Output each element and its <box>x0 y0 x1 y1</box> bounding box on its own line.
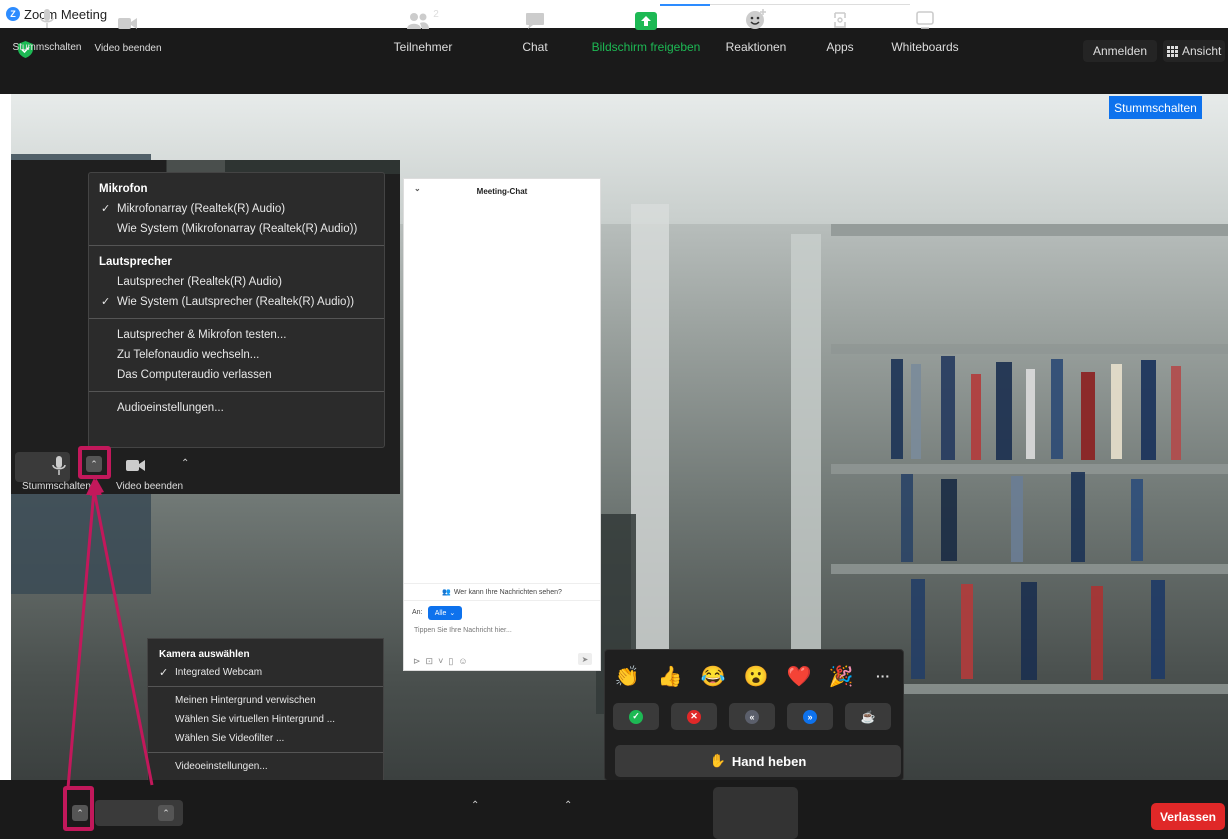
audio-menu: Mikrofon ✓ Mikrofonarray (Realtek(R) Aud… <box>88 172 385 448</box>
emoji-icon[interactable]: ☺ <box>458 656 467 667</box>
speaker-option-system[interactable]: ✓ Wie System (Lautsprecher (Realtek(R) A… <box>89 292 384 312</box>
virtual-background-option[interactable]: Wählen Sie virtuellen Hintergrund ... <box>148 710 383 729</box>
x-icon: ✕ <box>687 709 701 724</box>
rewind-icon: « <box>745 709 759 724</box>
people-icon: 👥 <box>442 589 451 596</box>
highlight-frame-audio <box>78 446 111 479</box>
smiley-plus-icon <box>746 9 766 29</box>
party-emoji[interactable]: 🎉 <box>825 662 857 690</box>
menu-divider <box>89 391 384 392</box>
mute-participant-button[interactable]: Stummschalten <box>1109 96 1202 119</box>
leave-button[interactable]: Verlassen <box>1151 803 1225 830</box>
reactions-button[interactable]: Reaktionen <box>718 0 794 59</box>
format-icon[interactable]: ⊳ <box>413 656 421 667</box>
screenshot-icon[interactable]: ⊡ <box>426 656 434 667</box>
test-audio-option[interactable]: Lautsprecher & Mikrofon testen... <box>89 325 384 345</box>
participants-button[interactable]: 2 Teilnehmer <box>385 0 461 59</box>
stop-video-button[interactable]: Video beenden <box>94 0 162 59</box>
checkmark-icon: ✓ <box>101 203 111 215</box>
fast-forward-icon: » <box>803 709 817 724</box>
reactions-button-bg <box>713 787 798 839</box>
who-can-see-link[interactable]: 👥 Wer kann Ihre Nachrichten sehen? <box>404 583 600 601</box>
reactions-panel: 👏 👍 😂 😮 ❤️ 🎉 ··· ✓ ✕ « » ☕ ✋ Hand heben <box>604 649 904 781</box>
participants-caret[interactable]: ⌃ <box>471 800 479 811</box>
chat-caret[interactable]: ⌃ <box>564 800 572 811</box>
chevron-down-icon[interactable]: ˅ <box>438 656 443 667</box>
mic-option-system[interactable]: Wie System (Mikrofonarray (Realtek(R) Au… <box>89 219 384 239</box>
participants-icon <box>407 13 430 29</box>
file-icon[interactable]: ▯ <box>448 656 453 667</box>
chat-button[interactable]: Chat <box>515 0 555 59</box>
camera-icon[interactable] <box>126 459 146 472</box>
hand-icon: ✋ <box>709 753 726 768</box>
video-options-caret[interactable]: ⌃ <box>158 805 174 821</box>
checkmark-icon: ✓ <box>101 296 111 308</box>
microphone-icon <box>52 456 66 475</box>
heart-emoji[interactable]: ❤️ <box>783 662 815 690</box>
thumbs-up-emoji[interactable]: 👍 <box>654 662 686 690</box>
check-icon: ✓ <box>629 709 643 724</box>
chat-tools: ⊳ ⊡ ˅ ▯ ☺ <box>413 656 468 667</box>
slower-button[interactable]: « <box>729 703 775 730</box>
video-filter-option[interactable]: Wählen Sie Videofilter ... <box>148 729 383 748</box>
raise-hand-button[interactable]: ✋ Hand heben <box>615 745 901 777</box>
coffee-icon: ☕ <box>860 709 876 724</box>
checkmark-icon: ✓ <box>159 667 169 679</box>
coffee-button[interactable]: ☕ <box>845 703 891 730</box>
to-label: An: <box>412 609 423 616</box>
meeting-toolbar <box>0 780 1228 839</box>
chat-input[interactable]: Tippen Sie Ihre Nachricht hier... <box>414 627 512 634</box>
signin-button[interactable]: Anmelden <box>1083 40 1157 62</box>
speaker-option-realtek[interactable]: Lautsprecher (Realtek(R) Audio) <box>89 272 384 292</box>
video-settings-option[interactable]: Videoeinstellungen... <box>148 757 383 776</box>
menu-divider <box>89 318 384 319</box>
apps-button[interactable]: Apps <box>818 0 862 59</box>
camera-header: Kamera auswählen <box>159 648 250 660</box>
camera-icon <box>118 18 137 29</box>
speaker-header: Lautsprecher <box>99 256 172 268</box>
mic-header: Mikrofon <box>99 183 148 195</box>
zoom-meeting-window: Z Zoom Meeting Anmelden Ansicht Stummsch… <box>0 0 1228 839</box>
send-icon[interactable]: ➤ <box>578 653 592 665</box>
chevron-down-icon: ⌄ <box>449 610 456 617</box>
phone-audio-option[interactable]: Zu Telefonaudio wechseln... <box>89 345 384 365</box>
leave-computer-audio-option[interactable]: Das Computeraudio verlassen <box>89 365 384 385</box>
joy-emoji[interactable]: 😂 <box>697 662 729 690</box>
participant-count: 2 <box>433 9 439 20</box>
apps-icon <box>834 12 846 28</box>
share-screen-button[interactable]: Bildschirm freigeben <box>586 0 706 59</box>
camera-option-webcam[interactable]: ✓ Integrated Webcam <box>148 663 383 682</box>
panel-video-label: Video beenden <box>116 481 184 492</box>
share-screen-icon <box>635 12 657 30</box>
video-options-caret[interactable]: ⌃ <box>181 458 189 469</box>
faster-button[interactable]: » <box>787 703 833 730</box>
menu-divider <box>148 686 383 687</box>
view-button[interactable]: Ansicht <box>1163 40 1225 62</box>
whiteboard-icon <box>916 11 934 29</box>
audio-settings-option[interactable]: Audioeinstellungen... <box>89 398 384 418</box>
menu-divider <box>89 245 384 246</box>
chevron-down-icon[interactable]: ⌄ <box>414 184 421 193</box>
microphone-icon <box>40 9 54 28</box>
camera-menu: Kamera auswählen ✓ Integrated Webcam Mei… <box>147 638 384 797</box>
no-button[interactable]: ✕ <box>671 703 717 730</box>
mute-button[interactable]: Stummschalten <box>10 0 84 59</box>
highlight-frame-video <box>63 786 94 831</box>
chat-header: ⌄ Meeting-Chat <box>404 179 600 203</box>
whiteboards-button[interactable]: Whiteboards <box>870 0 980 59</box>
grid-view-icon <box>1167 45 1178 57</box>
recipient-dropdown[interactable]: Alle ⌄ <box>428 606 462 620</box>
yes-button[interactable]: ✓ <box>613 703 659 730</box>
chat-title: Meeting-Chat <box>476 186 528 196</box>
mic-option-realtek[interactable]: ✓ Mikrofonarray (Realtek(R) Audio) <box>89 199 384 219</box>
more-reactions-icon[interactable]: ··· <box>867 662 899 690</box>
chat-bubble-icon <box>526 13 544 29</box>
view-label: Ansicht <box>1182 44 1222 58</box>
surprised-emoji[interactable]: 😮 <box>740 662 772 690</box>
blur-background-option[interactable]: Meinen Hintergrund verwischen <box>148 691 383 710</box>
menu-divider <box>148 752 383 753</box>
panel-mute-label: Stummschalten <box>22 481 91 492</box>
clap-emoji[interactable]: 👏 <box>611 662 643 690</box>
chat-panel: ⌄ Meeting-Chat 👥 Wer kann Ihre Nachricht… <box>403 178 601 671</box>
